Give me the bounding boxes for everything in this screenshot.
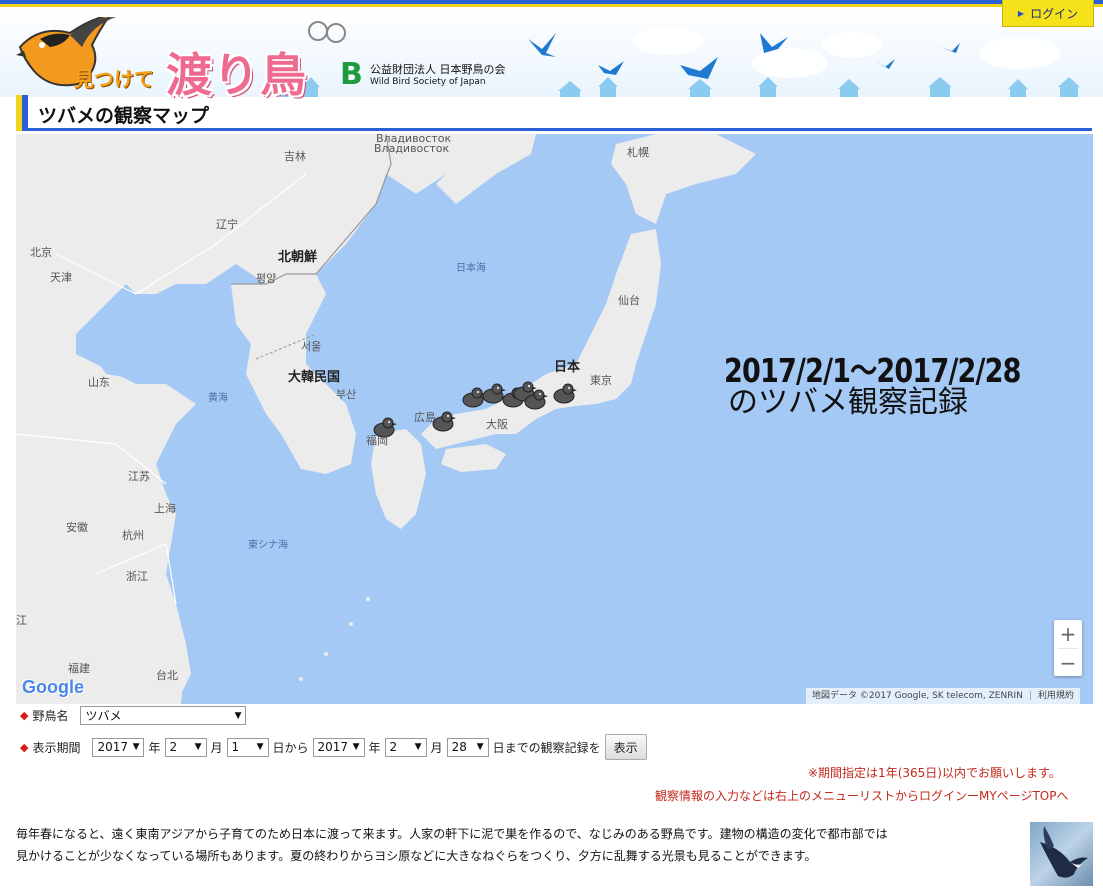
swallow-marker[interactable]: [432, 411, 457, 432]
to-year-select[interactable]: 2017 ▼: [312, 737, 365, 757]
diamond-bullet-icon: ◆: [20, 709, 29, 722]
dropdown-arrow-icon: ▼: [194, 742, 202, 752]
logo-subtitle: 見つけて: [74, 67, 154, 91]
swallow-marker[interactable]: [462, 387, 487, 408]
map-attribution: 地図データ ©2017 Google, SK telecom, ZENRIN | 利…: [806, 688, 1080, 704]
site-header: 見つけて 渡り鳥 B 公益財団法人 日本野鳥の会 Wild Bird Socie…: [0, 7, 1103, 102]
login-button[interactable]: ▶ ログイン: [1002, 0, 1094, 27]
dropdown-arrow-icon: ▼: [476, 742, 484, 752]
to-day-select[interactable]: 28 ▼: [446, 737, 489, 757]
to-month-select[interactable]: 2 ▼: [384, 737, 427, 757]
title-blue-stripe: [22, 95, 28, 131]
from-day-value: 1: [231, 740, 240, 754]
title-underline: [28, 128, 1092, 131]
year-unit: 年: [148, 740, 161, 755]
from-day-select[interactable]: 1 ▼: [226, 737, 269, 757]
period-label: 表示期間: [32, 740, 81, 755]
swallow-marker[interactable]: [553, 383, 578, 404]
site-logo[interactable]: 見つけて 渡り鳥: [16, 17, 346, 102]
bird-select[interactable]: ツバメ ▼: [80, 706, 247, 725]
login-note-link[interactable]: 観察情報の入力などは右上のメニューリストからログインーMYページTOPへ: [655, 787, 1068, 804]
period-row: ◆ 表示期間 2017 ▼ 年 2 ▼ 月 1 ▼ 日から 2017 ▼ 年 2 ▼ 月 …: [20, 734, 647, 760]
to-day-value: 28: [451, 740, 467, 754]
period-note: ※期間指定は1年(365日)以内でお願いします。: [808, 766, 1061, 780]
from-suffix: 日から: [272, 740, 309, 755]
binoculars-icon: [308, 21, 346, 43]
login-label: ログイン: [1030, 6, 1079, 21]
from-month-value: 2: [169, 740, 178, 754]
month-unit: 月: [210, 740, 223, 755]
zoom-out-button[interactable]: −: [1054, 649, 1082, 677]
to-year-value: 2017: [317, 740, 349, 754]
dropdown-arrow-icon: ▼: [414, 742, 422, 752]
zoom-in-button[interactable]: +: [1054, 620, 1082, 648]
to-suffix: 日までの観察記録を: [492, 740, 601, 755]
swallow-photo-image: [1040, 826, 1088, 878]
bird-select-value: ツバメ: [85, 709, 122, 723]
observation-map[interactable]: Владивосток Владивосток 吉林 札幌 辽宁 北京 天津 北…: [16, 134, 1093, 704]
diamond-bullet-icon: ◆: [20, 740, 29, 754]
attribution-text: 地図データ ©2017 Google, SK telecom, ZENRIN: [812, 691, 1023, 701]
page-title: ツバメの観察マップ: [38, 105, 210, 127]
description-line: 毎年春になると、遠く東南アジアから子育てのため日本に渡って来ます。人家の軒下に泥…: [16, 827, 888, 841]
dropdown-arrow-icon: ▼: [132, 742, 140, 752]
terms-link[interactable]: 利用規約: [1038, 691, 1074, 701]
description-line: 見かけることが少なくなっている場所もあります。夏の終わりからヨシ原などに大きなね…: [16, 849, 817, 863]
org-name-jp: 公益財団法人 日本野鳥の会: [370, 63, 506, 76]
bird-select-row: ◆ 野鳥名 ツバメ ▼: [20, 706, 247, 725]
from-year-value: 2017: [97, 740, 129, 754]
show-button[interactable]: 表示: [604, 734, 647, 760]
map-overlay-caption: のツバメ観察記録: [728, 385, 968, 420]
from-month-select[interactable]: 2 ▼: [164, 737, 207, 757]
bird-label: 野鳥名: [32, 709, 69, 723]
dropdown-arrow-icon: ▼: [352, 742, 360, 752]
org-mark-icon: B: [340, 57, 363, 92]
year-unit: 年: [368, 740, 381, 755]
google-logo[interactable]: Google: [22, 677, 84, 698]
play-triangle-icon: ▶: [1017, 8, 1025, 18]
species-description: 毎年春になると、遠く東南アジアから子育てのため日本に渡って来ます。人家の軒下に泥…: [16, 823, 1016, 867]
dropdown-arrow-icon: ▼: [256, 742, 264, 752]
zoom-control: + −: [1054, 620, 1082, 676]
swallow-photo[interactable]: [1030, 822, 1093, 886]
swallow-marker[interactable]: [373, 417, 398, 438]
from-year-select[interactable]: 2017 ▼: [92, 737, 145, 757]
org-name-en: Wild Bird Society of Japan: [370, 77, 486, 87]
to-month-value: 2: [389, 740, 398, 754]
dropdown-arrow-icon: ▼: [234, 710, 242, 721]
page-title-bar: ツバメの観察マップ: [16, 95, 1092, 131]
month-unit: 月: [430, 740, 443, 755]
